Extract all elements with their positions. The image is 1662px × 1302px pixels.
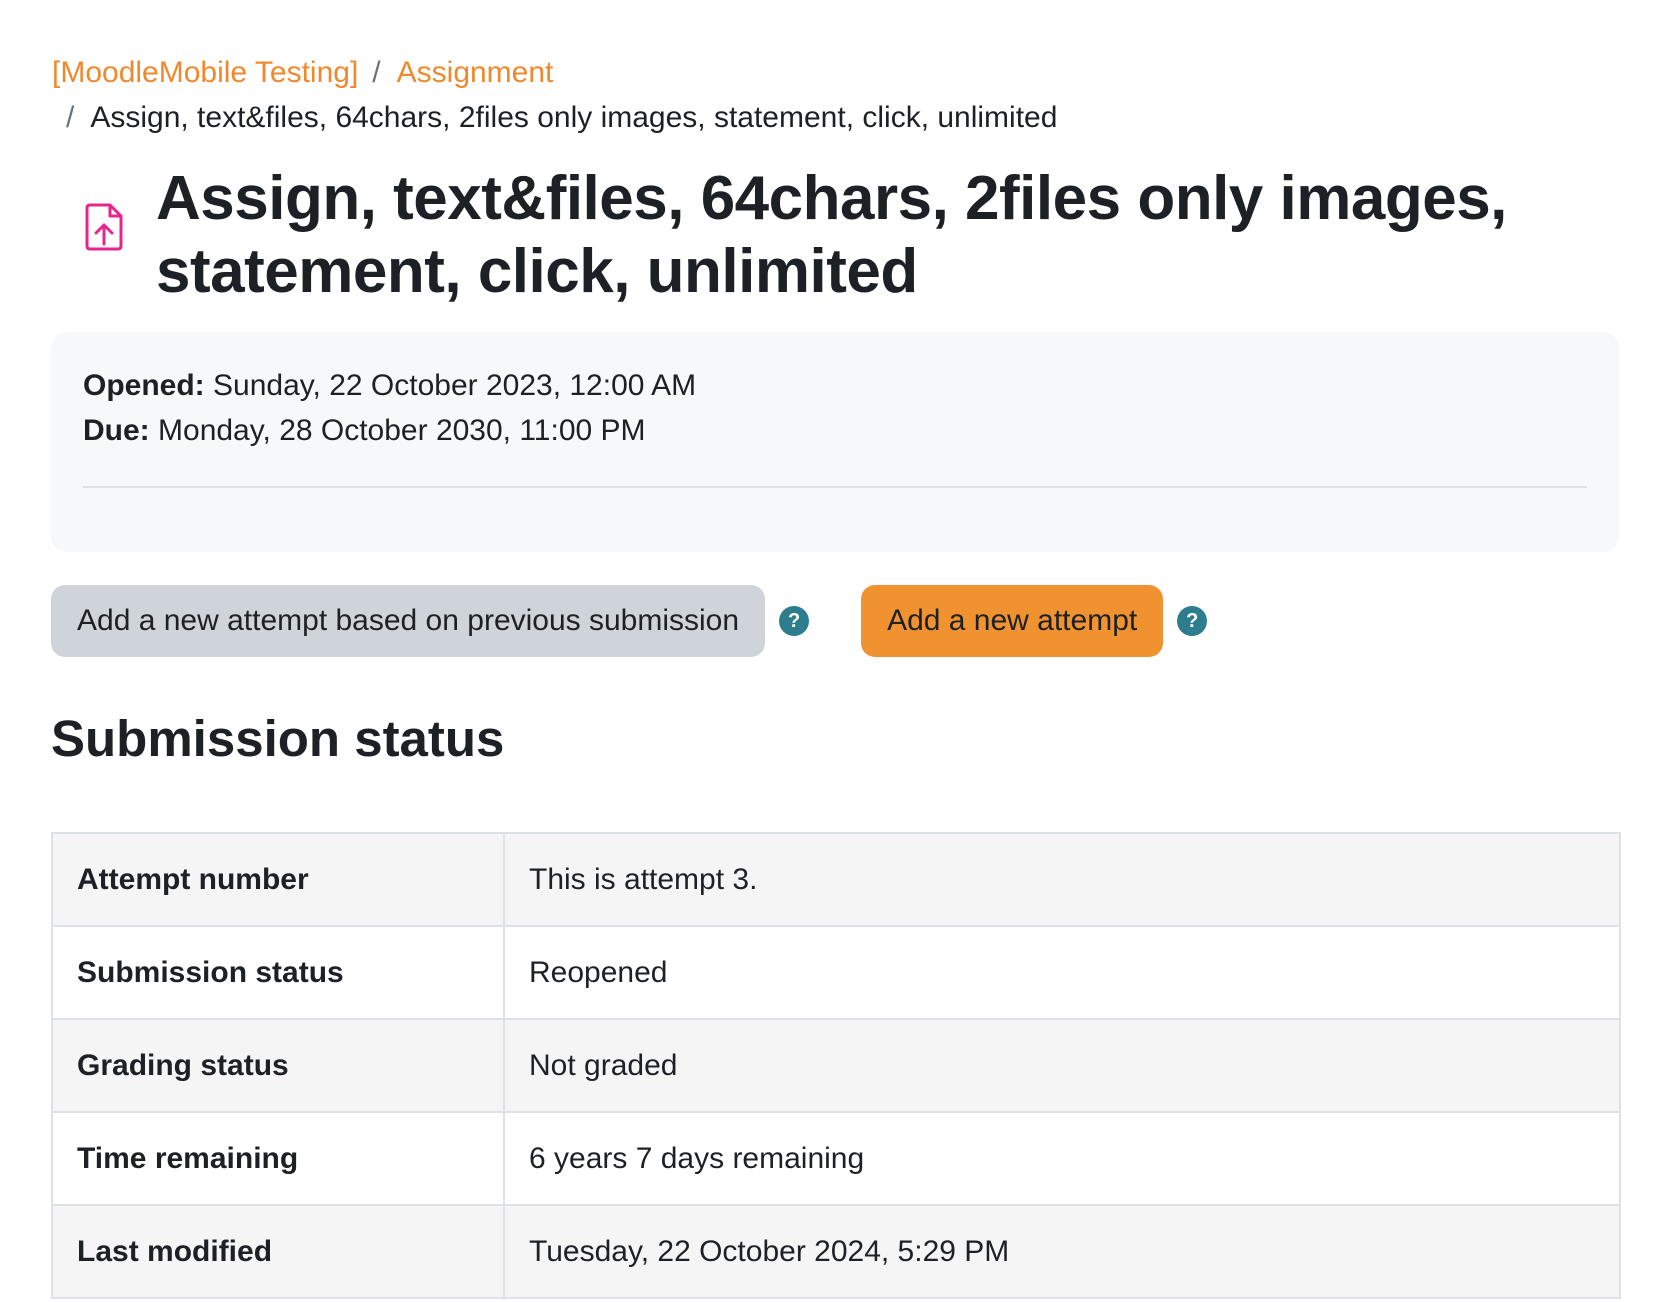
help-icon[interactable]: ? (779, 606, 810, 636)
row-value: This is attempt 3. (503, 832, 1621, 927)
row-value: Not graded (503, 1018, 1621, 1113)
submission-status-table: Attempt number This is attempt 3. Submis… (51, 832, 1621, 1299)
row-label: Grading status (51, 1018, 505, 1113)
assignment-upload-icon (52, 162, 156, 292)
row-label: Time remaining (51, 1111, 505, 1206)
page: [MoodleMobile Testing] / Assignment / Assig… (0, 0, 1662, 1302)
table-row: Grading status Not graded (51, 1018, 1621, 1113)
opened-label: Opened: (83, 369, 205, 402)
submission-actions: Add a new attempt based on previous subm… (51, 585, 1208, 657)
due-value: Monday, 28 October 2030, 11:00 PM (158, 414, 646, 447)
table-row: Time remaining 6 years 7 days remaining (51, 1111, 1621, 1206)
table-row: Submission status Reopened (51, 925, 1621, 1020)
row-label: Submission status (51, 925, 505, 1020)
breadcrumb: [MoodleMobile Testing] / Assignment / Assig… (52, 50, 1552, 140)
help-icon[interactable]: ? (1177, 606, 1208, 636)
breadcrumb-line-1: [MoodleMobile Testing] / Assignment (52, 50, 1552, 95)
page-header: Assign, text&files, 64chars, 2files only… (52, 162, 1612, 308)
due-date: Due: Monday, 28 October 2030, 11:00 PM (83, 411, 646, 451)
breadcrumb-separator: / (372, 56, 381, 89)
breadcrumb-current: Assign, text&files, 64chars, 2files only… (90, 101, 1058, 134)
dates-divider (83, 486, 1587, 488)
row-value: 6 years 7 days remaining (503, 1111, 1621, 1206)
opened-date: Opened: Sunday, 22 October 2023, 12:00 A… (83, 366, 696, 406)
table-row: Last modified Tuesday, 22 October 2024, … (51, 1204, 1621, 1299)
breadcrumb-line-2: / Assign, text&files, 64chars, 2files onl… (52, 95, 1552, 140)
row-value: Reopened (503, 925, 1621, 1020)
breadcrumb-separator: / (66, 101, 75, 134)
breadcrumb-assignment-link[interactable]: Assignment (397, 56, 554, 89)
activity-dates: Opened: Sunday, 22 October 2023, 12:00 A… (51, 332, 1619, 552)
row-value: Tuesday, 22 October 2024, 5:29 PM (503, 1204, 1621, 1299)
add-attempt-from-previous-button[interactable]: Add a new attempt based on previous subm… (51, 585, 766, 657)
table-row: Attempt number This is attempt 3. (51, 832, 1621, 927)
submission-status-heading: Submission status (51, 710, 505, 767)
due-label: Due: (83, 414, 150, 447)
page-title: Assign, text&files, 64chars, 2files only… (156, 164, 1507, 306)
row-label: Last modified (51, 1204, 505, 1299)
breadcrumb-course-link[interactable]: [MoodleMobile Testing] (52, 56, 358, 89)
add-new-attempt-button[interactable]: Add a new attempt (861, 585, 1164, 657)
opened-value: Sunday, 22 October 2023, 12:00 AM (213, 369, 697, 402)
row-label: Attempt number (51, 832, 505, 927)
